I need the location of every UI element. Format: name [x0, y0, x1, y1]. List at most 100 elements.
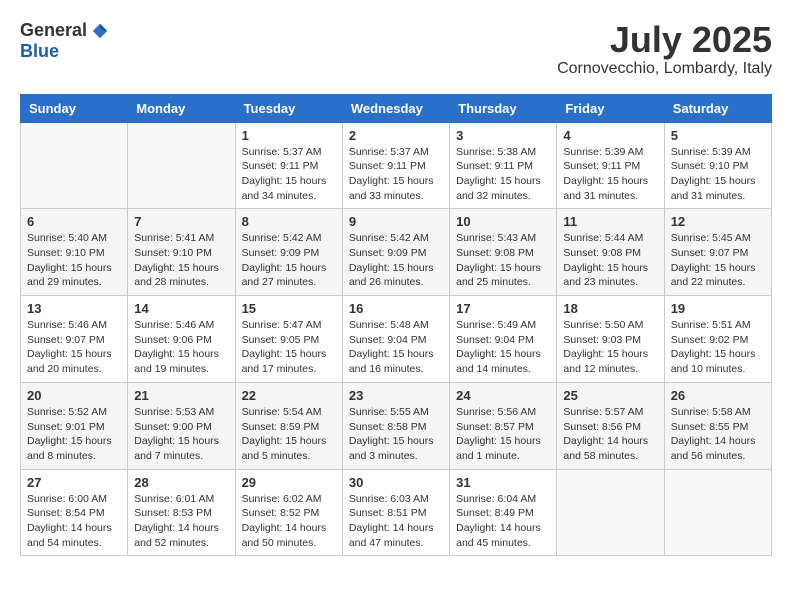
day-number: 1 — [242, 128, 336, 143]
logo-general-text: General — [20, 20, 87, 41]
day-number: 19 — [671, 301, 765, 316]
day-info: Sunrise: 5:51 AM Sunset: 9:02 PM Dayligh… — [671, 318, 765, 377]
calendar-cell: 29Sunrise: 6:02 AM Sunset: 8:52 PM Dayli… — [235, 469, 342, 556]
calendar-cell: 21 Sunrise: 5:53 AM Sunset: 9:00 PM Dayli… — [128, 382, 235, 469]
day-info: Sunrise: 5:38 AM Sunset: 9:11 PM Dayligh… — [456, 145, 550, 204]
day-number: 17 — [456, 301, 550, 316]
day-number: 2 — [349, 128, 443, 143]
calendar-week-row: 27 Sunrise: 6:00 AM Sunset: 8:54 PM Dayli… — [21, 469, 772, 556]
day-info: Sunrise: 5:45 AM Sunset: 9:07 PM Dayligh… — [671, 231, 765, 290]
day-number: 15 — [242, 301, 336, 316]
month-title: July 2025 — [557, 20, 772, 60]
calendar-week-row: 20Sunrise: 5:52 AM Sunset: 9:01 PM Dayli… — [21, 382, 772, 469]
weekday-header: Sunday — [21, 94, 128, 122]
day-info: Sunrise: 5:55 AM Sunset: 8:58 PM Dayligh… — [349, 405, 443, 464]
day-number: 21 — [134, 388, 228, 403]
day-info: Sunrise: 6:00 AM Sunset: 8:54 PM Dayligh… — [27, 492, 121, 551]
weekday-header: Wednesday — [342, 94, 449, 122]
calendar-cell: 22 Sunrise: 5:54 AM Sunset: 8:59 PM Dayli… — [235, 382, 342, 469]
day-number: 18 — [563, 301, 657, 316]
calendar-cell: 9 Sunrise: 5:42 AM Sunset: 9:09 PM Daylig… — [342, 209, 449, 296]
day-info: Sunrise: 5:39 AM Sunset: 9:11 PM Dayligh… — [563, 145, 657, 204]
day-number: 10 — [456, 214, 550, 229]
day-number: 12 — [671, 214, 765, 229]
day-number: 7 — [134, 214, 228, 229]
day-info: Sunrise: 6:01 AM Sunset: 8:53 PM Dayligh… — [134, 492, 228, 551]
day-number: 26 — [671, 388, 765, 403]
calendar-cell — [21, 122, 128, 209]
day-info: Sunrise: 5:39 AM Sunset: 9:10 PM Dayligh… — [671, 145, 765, 204]
day-info: Sunrise: 5:56 AM Sunset: 8:57 PM Dayligh… — [456, 405, 550, 464]
weekday-header: Thursday — [450, 94, 557, 122]
weekday-header: Tuesday — [235, 94, 342, 122]
day-info: Sunrise: 5:42 AM Sunset: 9:09 PM Dayligh… — [242, 231, 336, 290]
day-number: 24 — [456, 388, 550, 403]
calendar-cell: 4Sunrise: 5:39 AM Sunset: 9:11 PM Daylig… — [557, 122, 664, 209]
day-number: 30 — [349, 475, 443, 490]
calendar-cell: 26 Sunrise: 5:58 AM Sunset: 8:55 PM Dayli… — [664, 382, 771, 469]
calendar-cell: 13 Sunrise: 5:46 AM Sunset: 9:07 PM Dayli… — [21, 296, 128, 383]
day-info: Sunrise: 5:48 AM Sunset: 9:04 PM Dayligh… — [349, 318, 443, 377]
calendar-cell — [664, 469, 771, 556]
day-info: Sunrise: 5:44 AM Sunset: 9:08 PM Dayligh… — [563, 231, 657, 290]
page-header: General Blue July 2025 Cornovecchio, Lom… — [20, 20, 772, 78]
day-number: 31 — [456, 475, 550, 490]
day-info: Sunrise: 6:04 AM Sunset: 8:49 PM Dayligh… — [456, 492, 550, 551]
day-info: Sunrise: 5:50 AM Sunset: 9:03 PM Dayligh… — [563, 318, 657, 377]
day-number: 25 — [563, 388, 657, 403]
calendar-cell — [557, 469, 664, 556]
logo-blue-text: Blue — [20, 41, 59, 62]
title-section: July 2025 Cornovecchio, Lombardy, Italy — [557, 20, 772, 78]
day-number: 13 — [27, 301, 121, 316]
calendar-cell: 31 Sunrise: 6:04 AM Sunset: 8:49 PM Dayli… — [450, 469, 557, 556]
day-info: Sunrise: 5:41 AM Sunset: 9:10 PM Dayligh… — [134, 231, 228, 290]
logo-icon — [91, 22, 109, 40]
calendar-cell: 16 Sunrise: 5:48 AM Sunset: 9:04 PM Dayli… — [342, 296, 449, 383]
calendar-table: SundayMondayTuesdayWednesdayThursdayFrid… — [20, 94, 772, 557]
day-number: 16 — [349, 301, 443, 316]
calendar-cell: 1 Sunrise: 5:37 AM Sunset: 9:11 PM Daylig… — [235, 122, 342, 209]
day-info: Sunrise: 5:54 AM Sunset: 8:59 PM Dayligh… — [242, 405, 336, 464]
day-number: 9 — [349, 214, 443, 229]
day-number: 11 — [563, 214, 657, 229]
calendar-week-row: 6 Sunrise: 5:40 AM Sunset: 9:10 PM Daylig… — [21, 209, 772, 296]
calendar-cell: 24 Sunrise: 5:56 AM Sunset: 8:57 PM Dayli… — [450, 382, 557, 469]
calendar-cell: 20Sunrise: 5:52 AM Sunset: 9:01 PM Dayli… — [21, 382, 128, 469]
calendar-cell: 28Sunrise: 6:01 AM Sunset: 8:53 PM Dayli… — [128, 469, 235, 556]
calendar-cell: 27 Sunrise: 6:00 AM Sunset: 8:54 PM Dayli… — [21, 469, 128, 556]
location-text: Cornovecchio, Lombardy, Italy — [557, 60, 772, 78]
calendar-cell: 6 Sunrise: 5:40 AM Sunset: 9:10 PM Daylig… — [21, 209, 128, 296]
day-number: 5 — [671, 128, 765, 143]
calendar-cell: 18 Sunrise: 5:50 AM Sunset: 9:03 PM Dayli… — [557, 296, 664, 383]
day-info: Sunrise: 5:43 AM Sunset: 9:08 PM Dayligh… — [456, 231, 550, 290]
day-info: Sunrise: 6:03 AM Sunset: 8:51 PM Dayligh… — [349, 492, 443, 551]
calendar-cell: 17 Sunrise: 5:49 AM Sunset: 9:04 PM Dayli… — [450, 296, 557, 383]
day-number: 22 — [242, 388, 336, 403]
day-info: Sunrise: 5:58 AM Sunset: 8:55 PM Dayligh… — [671, 405, 765, 464]
calendar-cell: 15Sunrise: 5:47 AM Sunset: 9:05 PM Dayli… — [235, 296, 342, 383]
weekday-header: Monday — [128, 94, 235, 122]
calendar-cell: 30 Sunrise: 6:03 AM Sunset: 8:51 PM Dayli… — [342, 469, 449, 556]
weekday-header: Saturday — [664, 94, 771, 122]
calendar-cell: 14Sunrise: 5:46 AM Sunset: 9:06 PM Dayli… — [128, 296, 235, 383]
calendar-cell: 2 Sunrise: 5:37 AM Sunset: 9:11 PM Daylig… — [342, 122, 449, 209]
calendar-cell: 3 Sunrise: 5:38 AM Sunset: 9:11 PM Daylig… — [450, 122, 557, 209]
day-info: Sunrise: 5:42 AM Sunset: 9:09 PM Dayligh… — [349, 231, 443, 290]
day-number: 23 — [349, 388, 443, 403]
day-info: Sunrise: 5:46 AM Sunset: 9:07 PM Dayligh… — [27, 318, 121, 377]
day-info: Sunrise: 5:57 AM Sunset: 8:56 PM Dayligh… — [563, 405, 657, 464]
day-number: 3 — [456, 128, 550, 143]
day-info: Sunrise: 5:49 AM Sunset: 9:04 PM Dayligh… — [456, 318, 550, 377]
day-number: 27 — [27, 475, 121, 490]
calendar-cell: 5 Sunrise: 5:39 AM Sunset: 9:10 PM Daylig… — [664, 122, 771, 209]
day-info: Sunrise: 5:40 AM Sunset: 9:10 PM Dayligh… — [27, 231, 121, 290]
day-number: 6 — [27, 214, 121, 229]
weekday-header-row: SundayMondayTuesdayWednesdayThursdayFrid… — [21, 94, 772, 122]
calendar-cell: 7 Sunrise: 5:41 AM Sunset: 9:10 PM Daylig… — [128, 209, 235, 296]
day-info: Sunrise: 5:53 AM Sunset: 9:00 PM Dayligh… — [134, 405, 228, 464]
day-info: Sunrise: 5:37 AM Sunset: 9:11 PM Dayligh… — [242, 145, 336, 204]
calendar-cell: 11 Sunrise: 5:44 AM Sunset: 9:08 PM Dayli… — [557, 209, 664, 296]
day-info: Sunrise: 5:37 AM Sunset: 9:11 PM Dayligh… — [349, 145, 443, 204]
day-info: Sunrise: 5:52 AM Sunset: 9:01 PM Dayligh… — [27, 405, 121, 464]
calendar-cell: 19 Sunrise: 5:51 AM Sunset: 9:02 PM Dayli… — [664, 296, 771, 383]
